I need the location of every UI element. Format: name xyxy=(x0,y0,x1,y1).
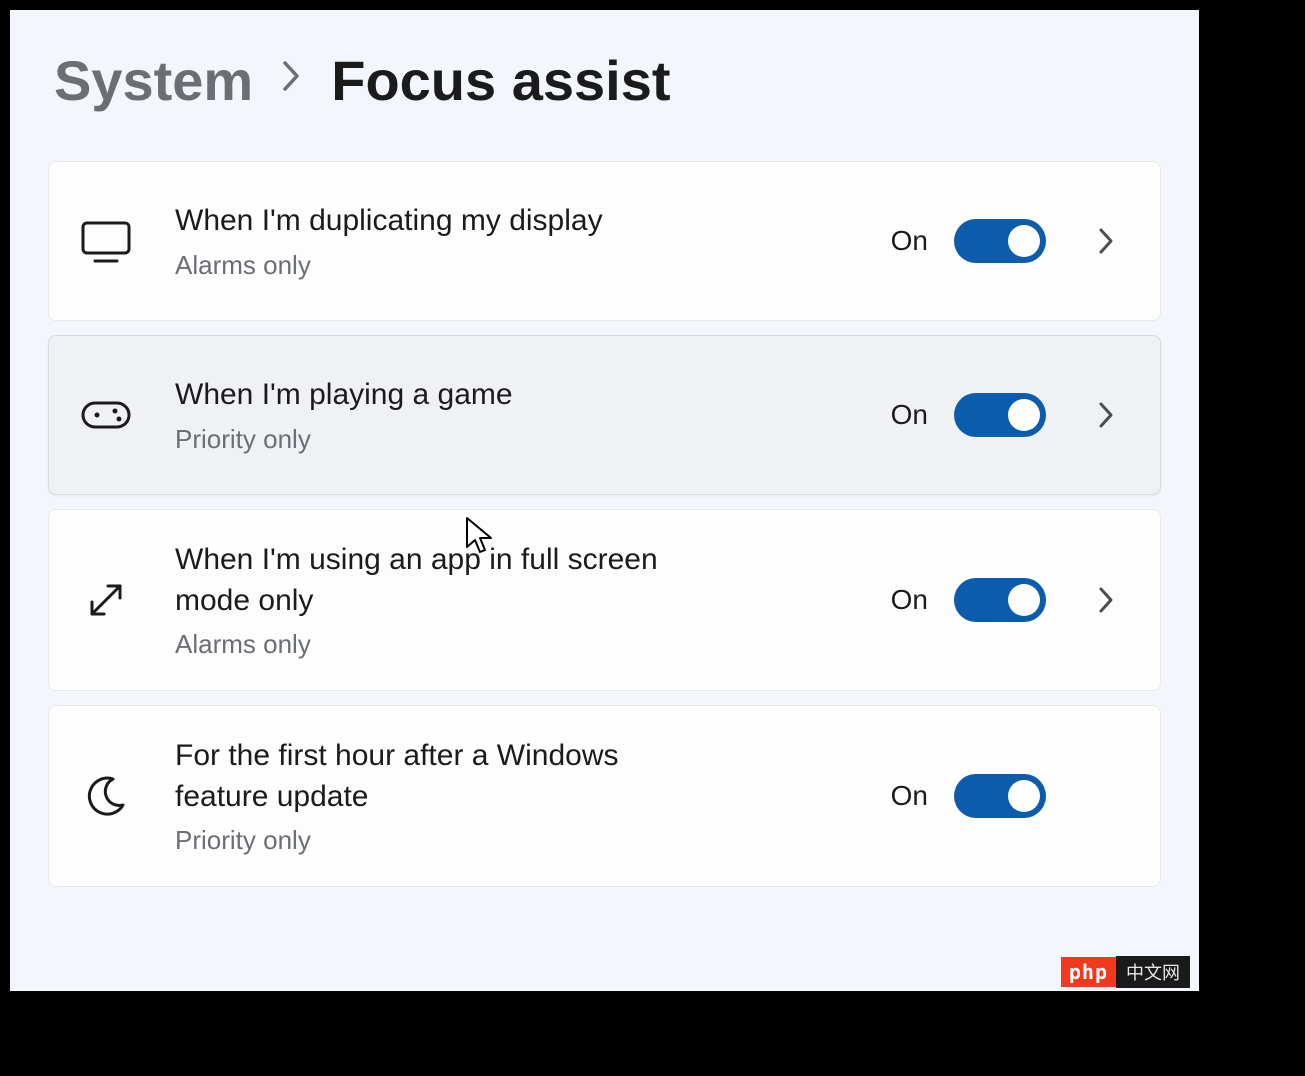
toggle-state-label: On xyxy=(891,780,928,812)
watermark-right: 中文网 xyxy=(1116,956,1190,988)
rule-subtitle: Priority only xyxy=(175,424,871,455)
toggle-state-label: On xyxy=(891,584,928,616)
chevron-right-icon xyxy=(281,59,303,103)
watermark-left: php xyxy=(1061,957,1116,987)
rule-controls: On xyxy=(891,578,1126,622)
rule-text: When I'm duplicating my display Alarms o… xyxy=(175,201,891,281)
expand-chevron-icon[interactable] xyxy=(1086,400,1126,430)
breadcrumb: System Focus assist xyxy=(54,48,1161,113)
rule-controls: On xyxy=(891,774,1126,818)
rule-after-update[interactable]: For the first hour after a Windows featu… xyxy=(48,705,1161,887)
rule-playing-game[interactable]: When I'm playing a game Priority only On xyxy=(48,335,1161,495)
rule-duplicating-display[interactable]: When I'm duplicating my display Alarms o… xyxy=(48,161,1161,321)
expand-chevron-icon[interactable] xyxy=(1086,226,1126,256)
rule-text: When I'm using an app in full screen mod… xyxy=(175,540,891,660)
breadcrumb-parent[interactable]: System xyxy=(54,48,253,113)
expand-chevron-icon[interactable] xyxy=(1086,585,1126,615)
rule-controls: On xyxy=(891,393,1126,437)
automatic-rules-list: When I'm duplicating my display Alarms o… xyxy=(48,161,1161,887)
toggle-state-label: On xyxy=(891,399,928,431)
toggle-switch[interactable] xyxy=(954,393,1046,437)
rule-subtitle: Priority only xyxy=(175,825,871,856)
toggle-switch[interactable] xyxy=(954,774,1046,818)
rule-text: When I'm playing a game Priority only xyxy=(175,375,891,455)
toggle-state-label: On xyxy=(891,225,928,257)
rule-title: When I'm playing a game xyxy=(175,375,695,416)
rule-text: For the first hour after a Windows featu… xyxy=(175,736,891,856)
page-title: Focus assist xyxy=(331,48,670,113)
rule-fullscreen-app[interactable]: When I'm using an app in full screen mod… xyxy=(48,509,1161,691)
toggle-switch[interactable] xyxy=(954,578,1046,622)
rule-title: For the first hour after a Windows featu… xyxy=(175,736,695,817)
rule-title: When I'm duplicating my display xyxy=(175,201,695,242)
rule-title: When I'm using an app in full screen mod… xyxy=(175,540,695,621)
rule-subtitle: Alarms only xyxy=(175,629,871,660)
fullscreen-icon xyxy=(79,576,133,624)
monitor-icon xyxy=(79,217,133,265)
moon-icon xyxy=(79,773,133,819)
rule-controls: On xyxy=(891,219,1126,263)
toggle-switch[interactable] xyxy=(954,219,1046,263)
settings-panel: System Focus assist When I'm duplicating… xyxy=(8,8,1201,993)
watermark: php 中文网 xyxy=(1061,956,1190,988)
rule-subtitle: Alarms only xyxy=(175,250,871,281)
gamepad-icon xyxy=(79,395,133,435)
